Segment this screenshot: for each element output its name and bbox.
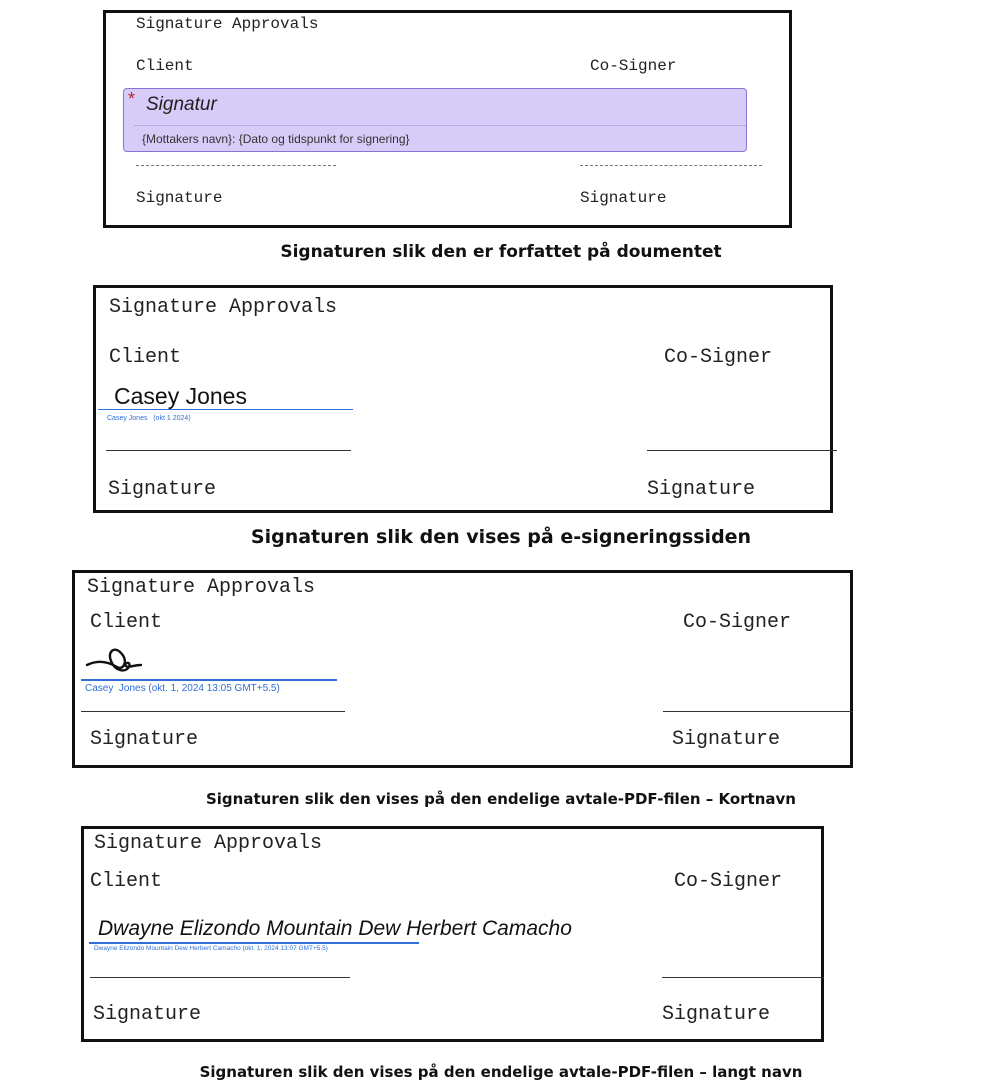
signature-field[interactable]: * Signatur {Mottakers navn}: {Dato og ti… [123,88,747,152]
signature-label-left: Signature [90,728,199,751]
panel-heading: Signature Approvals [94,832,323,855]
signature-line-right [647,450,837,451]
cosigner-label: Co-Signer [683,611,792,634]
signature-line-left [106,450,351,451]
cosigner-label: Co-Signer [664,346,773,369]
signed-name: Casey Jones [114,383,247,409]
signature-stamp: Casey Jones (okt. 1, 2024 13:05 GMT+5.5) [85,683,280,694]
panel-heading: Signature Approvals [109,296,338,319]
signature-label-right: Signature [672,728,781,751]
signature-label-right: Signature [580,189,667,207]
signature-line-right [663,711,853,712]
signature-line-right [580,165,762,166]
client-label: Client [109,346,182,369]
caption-final-long: Signaturen slik den vises på den endelig… [199,1063,803,1081]
client-label: Client [136,57,194,75]
signature-line-left [90,977,350,978]
handwritten-signature-icon [85,648,143,672]
signature-label-left: Signature [93,1003,202,1026]
client-label: Client [90,870,163,893]
signature-label-right: Signature [662,1003,771,1026]
signature-underline [81,679,337,681]
signed-name: Dwayne Elizondo Mountain Dew Herbert Cam… [98,917,572,940]
signature-line-left [136,165,336,166]
signature-field-hint: {Mottakers navn}: {Dato og tidspunkt for… [142,132,410,146]
caption-authoring: Signaturen slik den er forfattet på doum… [280,242,722,262]
signature-field-label: Signatur [146,94,217,115]
authoring-view-panel: Signature Approvals Client Co-Signer * S… [103,10,792,228]
panel-heading: Signature Approvals [87,576,316,599]
required-marker: * [128,89,136,109]
caption-esign: Signaturen slik den vises på e-signering… [250,526,752,548]
final-pdf-long-panel: Signature Approvals Client Co-Signer Dwa… [81,826,824,1042]
signature-label-left: Signature [108,478,217,501]
signature-underline [98,409,353,410]
signature-stamp: Dwayne Elizondo Mountain Dew Herbert Cam… [94,945,328,952]
signature-label-right: Signature [647,478,756,501]
signature-line-left [81,711,345,712]
signature-line-right [662,977,824,978]
cosigner-label: Co-Signer [590,57,677,75]
panel-heading: Signature Approvals [136,15,319,33]
signature-label-left: Signature [136,189,223,207]
cosigner-label: Co-Signer [674,870,783,893]
client-label: Client [90,611,163,634]
field-divider [134,125,746,126]
final-pdf-short-panel: Signature Approvals Client Co-Signer Cas… [72,570,853,768]
esign-page-panel: Signature Approvals Client Co-Signer Cas… [93,285,837,513]
signature-stamp: Casey Jones (okt 1 2024) [107,415,191,422]
signature-underline [89,942,419,944]
caption-final-short: Signaturen slik den vises på den endelig… [205,790,796,808]
